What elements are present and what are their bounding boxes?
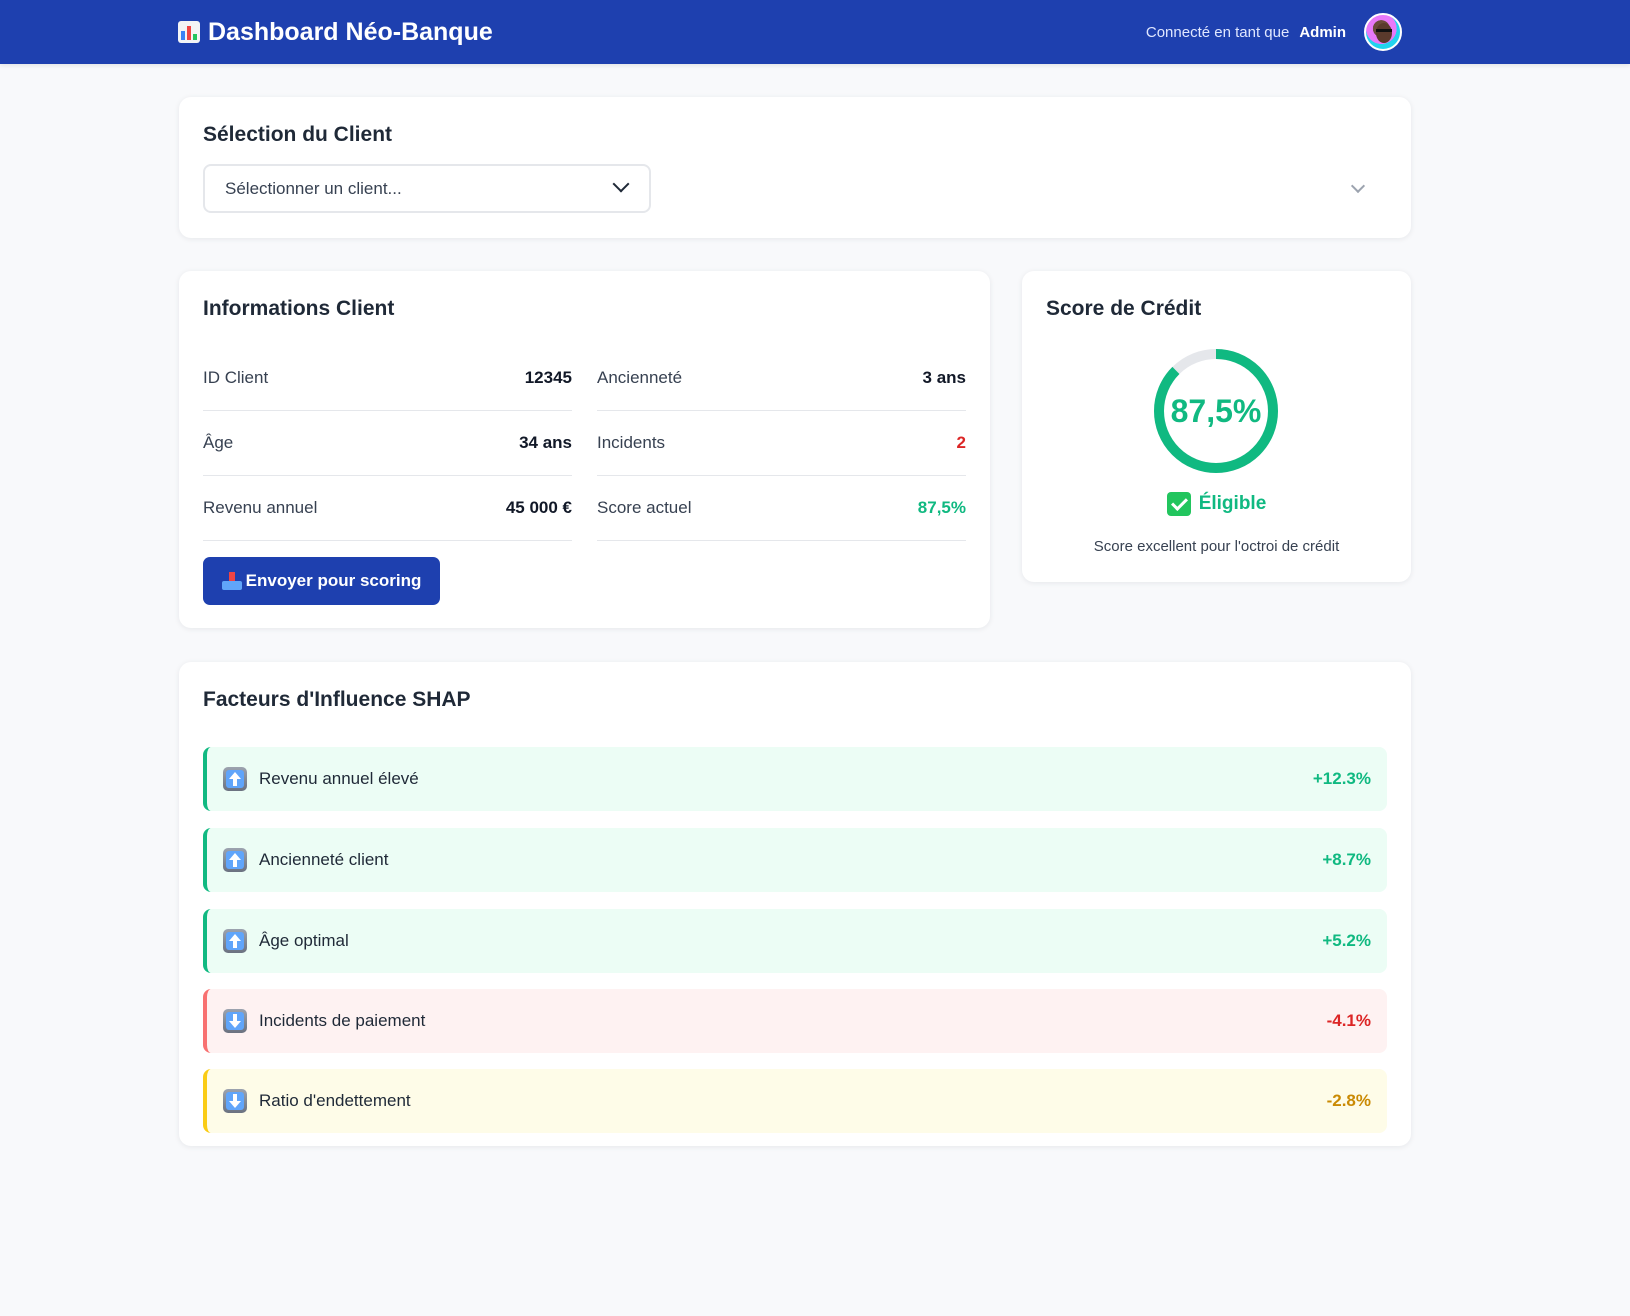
client-select[interactable]: Sélectionner un client... — [203, 164, 651, 213]
credit-score-title: Score de Crédit — [1046, 297, 1202, 320]
up-arrow-icon — [223, 767, 247, 791]
down-arrow-icon — [223, 1089, 247, 1113]
info-label: Revenu annuel — [203, 498, 318, 517]
info-label: Âge — [203, 433, 234, 452]
eligibility-label: Éligible — [1198, 493, 1267, 514]
factor-impact: +5.2% — [1322, 931, 1371, 950]
factor-impact: -2.8% — [1326, 1091, 1371, 1110]
up-arrow-icon — [223, 848, 247, 872]
info-row-incidents: Incidents 2 — [597, 411, 966, 476]
chevron-down-icon — [612, 175, 630, 193]
credit-score-card: Score de Crédit 87,5% Éligible Score exc… — [1022, 271, 1411, 582]
info-row-seniority: Ancienneté 3 ans — [597, 346, 966, 411]
info-value: 2 — [956, 433, 966, 452]
factor-impact: -4.1% — [1326, 1011, 1371, 1030]
app-title: Dashboard Néo-Banque — [208, 17, 493, 46]
shap-factor: Ratio d'endettement -2.8% — [203, 1069, 1387, 1133]
brand: Dashboard Néo-Banque — [178, 12, 493, 52]
factor-impact: +12.3% — [1312, 769, 1371, 788]
info-value: 12345 — [524, 368, 572, 387]
shap-factor: Ancienneté client +8.7% — [203, 828, 1387, 892]
top-navbar: Dashboard Néo-Banque Connecté en tant qu… — [0, 0, 1630, 64]
send-for-scoring-button[interactable]: Envoyer pour scoring — [203, 557, 440, 605]
chevron-down-icon — [1350, 178, 1366, 194]
factor-name: Ancienneté client — [259, 850, 389, 869]
shap-title: Facteurs d'Influence SHAP — [203, 688, 471, 711]
info-label: Incidents — [597, 433, 666, 452]
avatar[interactable] — [1364, 13, 1402, 51]
check-mark-icon — [1166, 492, 1191, 516]
connected-label: Connecté en tant que — [1145, 23, 1290, 41]
client-info-card: Informations Client ID Client 12345 Anci… — [179, 271, 990, 628]
score-value: 87,5% — [1170, 392, 1262, 429]
eligibility-status: Éligible — [1022, 492, 1411, 516]
factor-impact: +8.7% — [1322, 850, 1371, 869]
user-name: Admin — [1299, 23, 1346, 41]
down-arrow-icon — [223, 1009, 247, 1033]
bar-chart-icon — [178, 21, 200, 43]
info-label: ID Client — [203, 368, 269, 387]
score-gauge: 87,5% — [1153, 348, 1279, 474]
user-info: Connecté en tant que Admin — [1146, 10, 1402, 54]
shap-factor: Incidents de paiement -4.1% — [203, 989, 1387, 1053]
client-select-value: Sélectionner un client... — [225, 178, 402, 198]
info-row-id: ID Client 12345 — [203, 346, 572, 411]
score-description: Score excellent pour l'octroi de crédit — [1093, 538, 1340, 555]
shap-factor: Revenu annuel élevé +12.3% — [203, 747, 1387, 811]
factor-name: Âge optimal — [259, 931, 349, 950]
client-selection-title: Sélection du Client — [203, 123, 393, 146]
factor-name: Incidents de paiement — [259, 1011, 426, 1030]
shap-factors-card: Facteurs d'Influence SHAP Revenu annuel … — [179, 662, 1411, 1146]
shap-factor: Âge optimal +5.2% — [203, 909, 1387, 973]
info-value: 45 000 € — [505, 498, 572, 517]
up-arrow-icon — [223, 929, 247, 953]
client-selection-card: Sélection du Client Sélectionner un clie… — [179, 97, 1411, 238]
factor-name: Ratio d'endettement — [259, 1091, 411, 1110]
info-value: 87,5% — [917, 498, 966, 517]
info-row-income: Revenu annuel 45 000 € — [203, 476, 572, 541]
info-row-age: Âge 34 ans — [203, 411, 572, 476]
info-label: Ancienneté — [597, 368, 683, 387]
info-label: Score actuel — [597, 498, 692, 517]
factor-name: Revenu annuel élevé — [259, 769, 419, 788]
outbox-tray-icon — [221, 572, 242, 590]
info-value: 34 ans — [519, 433, 572, 452]
info-value: 3 ans — [922, 368, 966, 387]
client-info-title: Informations Client — [203, 297, 395, 320]
send-button-label: Envoyer pour scoring — [245, 571, 422, 590]
info-row-score: Score actuel 87,5% — [597, 476, 966, 541]
